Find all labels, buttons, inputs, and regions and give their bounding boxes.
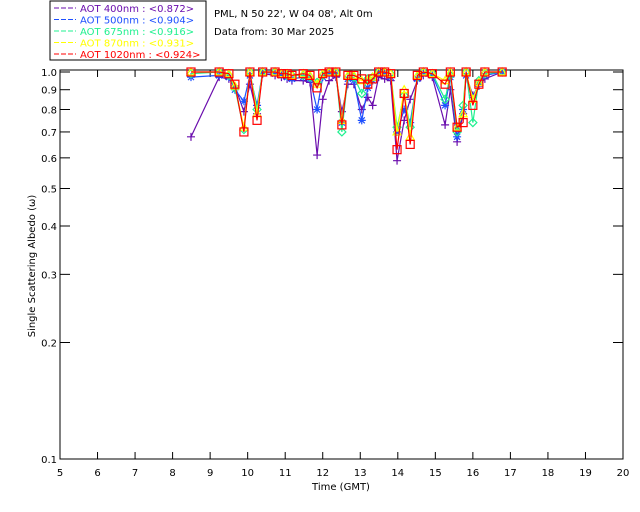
x-tick-label: 17 <box>504 468 517 479</box>
x-tick-label: 10 <box>241 468 254 479</box>
x-tick-label: 18 <box>542 468 555 479</box>
asterisk-marker <box>453 132 462 141</box>
legend-entry: AOT 675nm : <0.916> <box>80 27 194 38</box>
site-header: PML, N 50 22', W 04 08', Alt 0m <box>214 9 373 20</box>
y-tick-label: 0.9 <box>41 86 57 97</box>
plus-marker <box>186 132 195 141</box>
x-tick-label: 19 <box>579 468 592 479</box>
x-tick-label: 20 <box>617 468 630 479</box>
x-tick-label: 5 <box>57 468 63 479</box>
legend-entry: AOT 400nm : <0.872> <box>80 4 194 15</box>
x-tick-label: 12 <box>316 468 329 479</box>
y-tick-label: 1.0 <box>41 68 57 79</box>
x-tick-label: 16 <box>466 468 479 479</box>
asterisk-marker <box>313 105 322 114</box>
legend: AOT 400nm : <0.872>AOT 500nm : <0.904>AO… <box>49 0 207 61</box>
albedo-chart: AOT 400nm : <0.872>AOT 500nm : <0.904>AO… <box>27 0 629 493</box>
y-tick-label: 0.2 <box>41 339 57 350</box>
y-tick-label: 0.6 <box>41 154 57 165</box>
plus-marker <box>368 101 377 110</box>
x-tick-label: 13 <box>354 468 367 479</box>
x-tick-label: 6 <box>94 468 100 479</box>
x-tick-label: 11 <box>279 468 292 479</box>
plus-marker <box>393 156 402 165</box>
y-tick-label: 0.4 <box>41 222 57 233</box>
x-tick-label: 8 <box>169 468 175 479</box>
x-tick-label: 15 <box>429 468 442 479</box>
y-tick-label: 0.3 <box>41 270 57 281</box>
asterisk-marker <box>357 116 366 125</box>
y-tick-label: 0.8 <box>41 106 57 117</box>
legend-entry: AOT 870nm : <0.931> <box>80 39 194 50</box>
plus-marker <box>313 151 322 160</box>
x-tick-label: 14 <box>391 468 404 479</box>
plus-marker <box>441 120 450 129</box>
legend-entry: AOT 500nm : <0.904> <box>80 16 194 27</box>
plot-area <box>185 66 508 165</box>
axes: 5 6 7 8 9 10 11 12 13 14 15 16 17 18 19 20 0.1 0.2 0.3 0.4 0… <box>41 68 629 479</box>
x-axis-label: Time (GMT) <box>311 482 370 493</box>
x-tick-label: 7 <box>132 468 138 479</box>
y-tick-label: 0.1 <box>41 455 57 466</box>
y-tick-label: 0.7 <box>41 128 57 139</box>
y-axis-label: Single Scattering Albedo (ω) <box>27 195 38 338</box>
x-tick-label: 9 <box>207 468 213 479</box>
y-tick-label: 0.5 <box>41 184 57 195</box>
date-header: Data from: 30 Mar 2025 <box>214 27 334 38</box>
legend-entry: AOT 1020nm : <0.924> <box>80 50 200 61</box>
